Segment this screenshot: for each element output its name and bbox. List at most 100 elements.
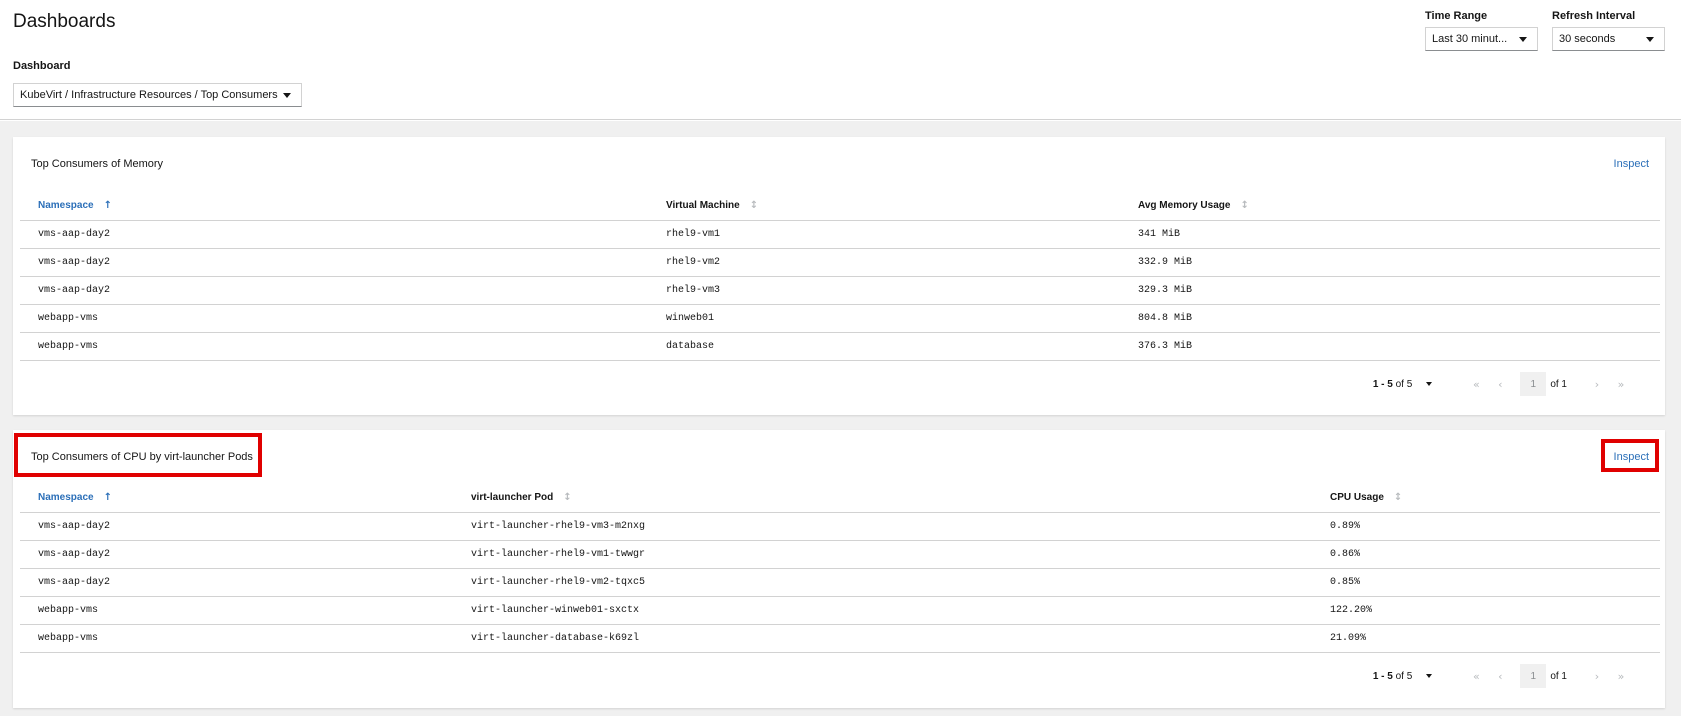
refresh-interval-select[interactable]: 30 seconds: [1552, 27, 1665, 51]
first-page-icon[interactable]: «: [1464, 670, 1488, 683]
column-header-namespace[interactable]: Namespace ↑: [20, 192, 648, 221]
next-page-icon[interactable]: ›: [1585, 670, 1609, 683]
per-page-toggle[interactable]: 1 - 5 of 5: [1373, 379, 1464, 390]
sort-icon: ↕: [749, 200, 759, 212]
cell-namespace: webapp-vms: [20, 596, 453, 625]
column-header-virtual-machine[interactable]: Virtual Machine ↕: [648, 192, 1120, 221]
column-label: Namespace: [38, 492, 94, 504]
caret-down-icon: [1519, 36, 1527, 42]
column-header-avg-memory[interactable]: Avg Memory Usage ↕: [1120, 192, 1660, 221]
memory-inspect-link[interactable]: Inspect: [1614, 158, 1649, 170]
sort-ascending-icon: ↑: [103, 492, 112, 504]
cell-vm: winweb01: [648, 304, 1120, 333]
cell-cpu: 21.09%: [1312, 624, 1660, 653]
column-label: Avg Memory Usage: [1138, 200, 1231, 212]
dashboard-select-value: KubeVirt / Infrastructure Resources / To…: [20, 89, 278, 101]
per-page-toggle[interactable]: 1 - 5 of 5: [1373, 671, 1464, 682]
cell-namespace: vms-aap-day2: [20, 220, 648, 249]
memory-table: Namespace ↑ Virtual Machine ↕ Avg Memory U…: [20, 192, 1660, 361]
time-range-label: Time Range: [1425, 10, 1488, 22]
page-range: 1 - 5: [1372, 378, 1393, 390]
refresh-interval-label: Refresh Interval: [1552, 10, 1636, 22]
cpu-pagination: 1 - 5 of 5 « ‹ 1 of 1 › »: [1373, 664, 1633, 688]
page-range: 1 - 5: [1372, 670, 1393, 682]
previous-page-icon[interactable]: ‹: [1488, 670, 1512, 683]
table-row: webapp-vms virt-launcher-winweb01-sxctx 12…: [20, 596, 1660, 625]
inspect-highlight-box: [1601, 439, 1659, 472]
cell-memory: 329.3 MiB: [1120, 276, 1660, 305]
table-row: vms-aap-day2 virt-launcher-rhel9-vm3-m2nx…: [20, 512, 1660, 541]
first-page-icon[interactable]: «: [1464, 378, 1488, 391]
cell-pod: virt-launcher-winweb01-sxctx: [453, 596, 1312, 625]
column-label: CPU Usage: [1330, 492, 1384, 504]
column-header-virt-launcher-pod[interactable]: virt-launcher Pod ↕: [453, 484, 1312, 513]
cell-vm: database: [648, 332, 1120, 361]
time-range-value: Last 30 minut...: [1432, 33, 1508, 45]
column-header-cpu-usage[interactable]: CPU Usage ↕: [1312, 484, 1660, 513]
page-header: Dashboards Dashboard KubeVirt / Infrastr…: [0, 0, 1681, 120]
cell-cpu: 0.85%: [1312, 568, 1660, 597]
cell-pod: virt-launcher-database-k69zl: [453, 624, 1312, 653]
memory-card-title: Top Consumers of Memory: [31, 158, 164, 170]
sort-ascending-icon: ↑: [103, 200, 112, 212]
last-page-icon[interactable]: »: [1609, 378, 1633, 391]
sort-icon: ↕: [563, 492, 572, 504]
page-total: of 5: [1395, 670, 1413, 682]
cell-namespace: webapp-vms: [20, 332, 648, 361]
cpu-table: Namespace ↑ virt-launcher Pod ↕ CPU Usage ↕…: [20, 484, 1660, 653]
cell-namespace: webapp-vms: [20, 624, 453, 653]
page-count: of 1: [1550, 670, 1567, 682]
memory-pagination: 1 - 5 of 5 « ‹ 1 of 1 › »: [1373, 372, 1633, 396]
cell-namespace: webapp-vms: [20, 304, 648, 333]
table-header-row: Namespace ↑ virt-launcher Pod ↕ CPU Usage ↕: [20, 484, 1660, 513]
refresh-interval-value: 30 seconds: [1559, 33, 1616, 45]
table-row: webapp-vms virt-launcher-database-k69zl 21…: [20, 624, 1660, 653]
sort-icon: ↕: [1240, 200, 1249, 212]
memory-card: Top Consumers of Memory Inspect Namespac…: [13, 137, 1665, 415]
caret-down-icon: [1426, 674, 1433, 678]
next-page-icon[interactable]: ›: [1585, 378, 1609, 391]
cell-pod: virt-launcher-rhel9-vm2-tqxc5: [453, 568, 1312, 597]
column-label: Virtual Machine: [666, 200, 740, 212]
table-row: webapp-vms winweb01 804.8 MiB: [20, 304, 1660, 333]
sort-icon: ↕: [1393, 492, 1403, 504]
cell-memory: 341 MiB: [1120, 220, 1660, 249]
dashboard-select[interactable]: KubeVirt / Infrastructure Resources / To…: [13, 83, 302, 107]
page-number-input[interactable]: 1: [1520, 664, 1547, 688]
cell-namespace: vms-aap-day2: [20, 512, 453, 541]
caret-down-icon: [283, 92, 291, 98]
column-header-namespace[interactable]: Namespace ↑: [20, 484, 453, 513]
time-range-select[interactable]: Last 30 minut...: [1425, 27, 1538, 51]
column-label: Namespace: [38, 200, 94, 212]
caret-down-icon: [1646, 36, 1654, 42]
cell-vm: rhel9-vm2: [648, 248, 1120, 277]
cell-pod: virt-launcher-rhel9-vm1-twwgr: [453, 540, 1312, 569]
cell-namespace: vms-aap-day2: [20, 276, 648, 305]
cell-namespace: vms-aap-day2: [20, 540, 453, 569]
table-row: vms-aap-day2 rhel9-vm3 329.3 MiB: [20, 276, 1660, 305]
page-number-input[interactable]: 1: [1520, 372, 1547, 396]
previous-page-icon[interactable]: ‹: [1488, 378, 1512, 391]
table-row: vms-aap-day2 rhel9-vm2 332.9 MiB: [20, 248, 1660, 277]
cell-pod: virt-launcher-rhel9-vm3-m2nxg: [453, 512, 1312, 541]
table-row: vms-aap-day2 virt-launcher-rhel9-vm1-twwg…: [20, 540, 1660, 569]
table-header-row: Namespace ↑ Virtual Machine ↕ Avg Memory U…: [20, 192, 1660, 221]
cell-namespace: vms-aap-day2: [20, 248, 648, 277]
cell-cpu: 0.86%: [1312, 540, 1660, 569]
page-total: of 5: [1395, 378, 1413, 390]
caret-down-icon: [1426, 382, 1433, 386]
dashboard-body: Top Consumers of Memory Inspect Namespac…: [0, 121, 1681, 716]
last-page-icon[interactable]: »: [1609, 670, 1633, 683]
cell-vm: rhel9-vm1: [648, 220, 1120, 249]
table-row: vms-aap-day2 virt-launcher-rhel9-vm2-tqxc…: [20, 568, 1660, 597]
cell-memory: 804.8 MiB: [1120, 304, 1660, 333]
cell-cpu: 122.20%: [1312, 596, 1660, 625]
dashboard-label: Dashboard: [13, 60, 71, 72]
page-count: of 1: [1550, 378, 1567, 390]
cell-cpu: 0.89%: [1312, 512, 1660, 541]
cell-memory: 376.3 MiB: [1120, 332, 1660, 361]
cpu-card: Top Consumers of CPU by virt-launcher Po…: [13, 430, 1665, 708]
title-highlight-box: [14, 433, 262, 477]
cell-memory: 332.9 MiB: [1120, 248, 1660, 277]
table-row: vms-aap-day2 rhel9-vm1 341 MiB: [20, 220, 1660, 249]
